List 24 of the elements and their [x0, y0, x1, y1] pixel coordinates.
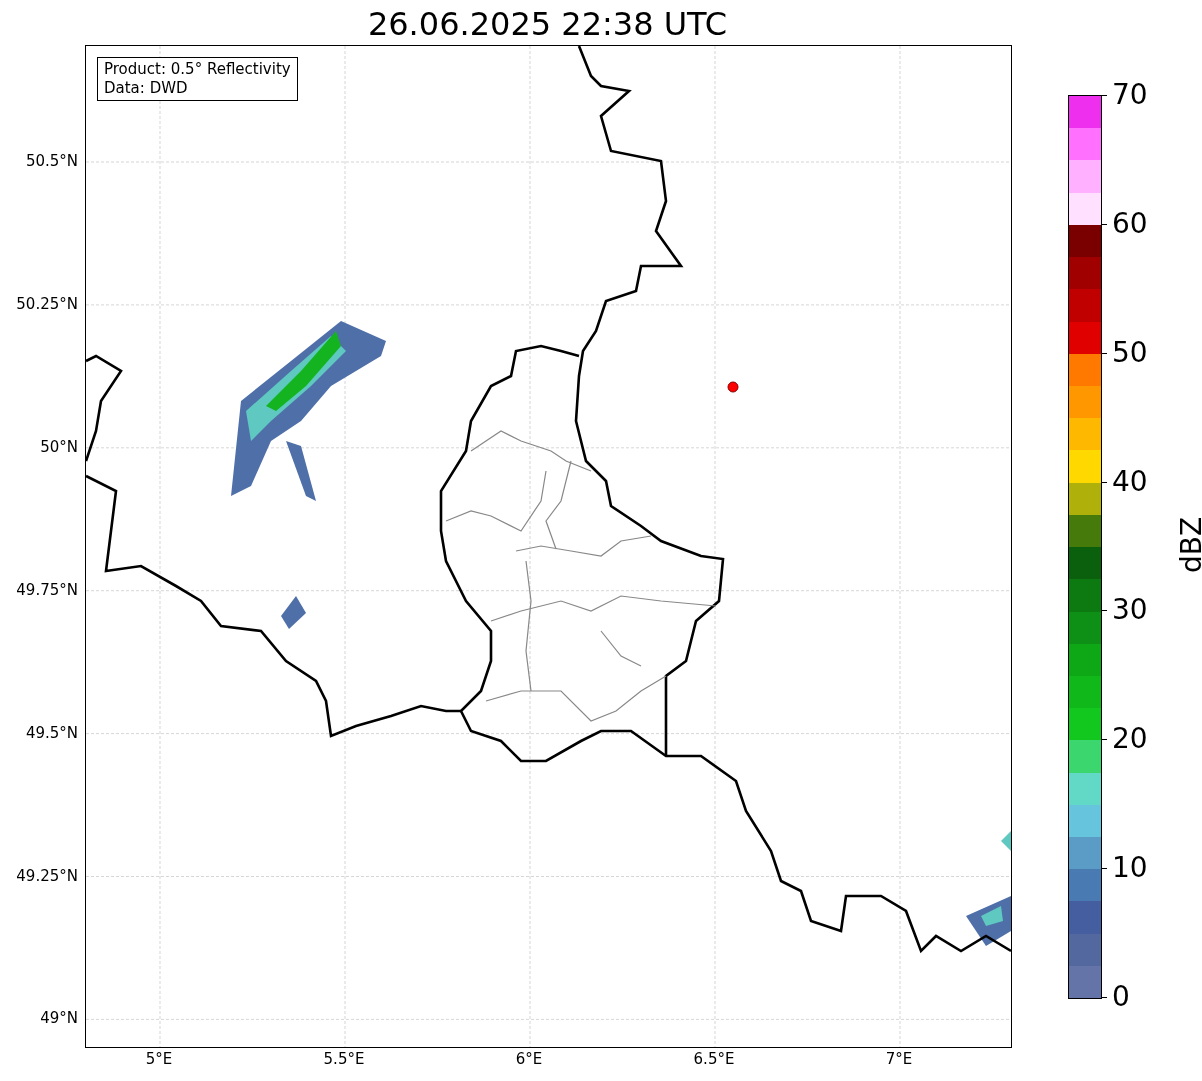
longitude-label: 5.5°E: [322, 1050, 366, 1068]
latitude-label: 49.75°N: [16, 580, 78, 599]
info-text: Data: DWD: [104, 79, 189, 98]
chart-title: 26.06.2025 22:38 UTC: [367, 5, 728, 43]
colorbar-tick-label: 30: [1112, 595, 1148, 626]
colorbar-tick-label: 50: [1112, 337, 1148, 368]
latitude-label: 49°N: [40, 1009, 78, 1028]
latitude-label: 50.25°N: [16, 294, 78, 313]
colorbar-tick-label: 10: [1112, 853, 1148, 884]
colorbar-tick-label: 0: [1112, 982, 1130, 1012]
longitude-label: 5°E: [144, 1050, 174, 1068]
colorbar-label: dBZ: [1177, 516, 1202, 574]
latitude-label: 50.5°N: [25, 152, 78, 170]
longitude-label: 6°E: [514, 1050, 544, 1068]
latitude-label: 49.25°N: [16, 866, 78, 885]
colorbar-tick-label: 20: [1112, 724, 1148, 755]
colorbar-tick-label: 40: [1112, 466, 1148, 497]
longitude-label: 6.5°E: [692, 1050, 736, 1068]
colorbar-tick-label: 70: [1112, 80, 1148, 110]
latitude-label: 49.5°N: [25, 723, 78, 742]
latitude-label: 50°N: [40, 437, 78, 456]
longitude-label: 7°E: [884, 1050, 914, 1068]
info-text: Product: 0.5° Reflectivity: [104, 60, 291, 79]
colorbar-tick-label: 60: [1112, 208, 1148, 239]
